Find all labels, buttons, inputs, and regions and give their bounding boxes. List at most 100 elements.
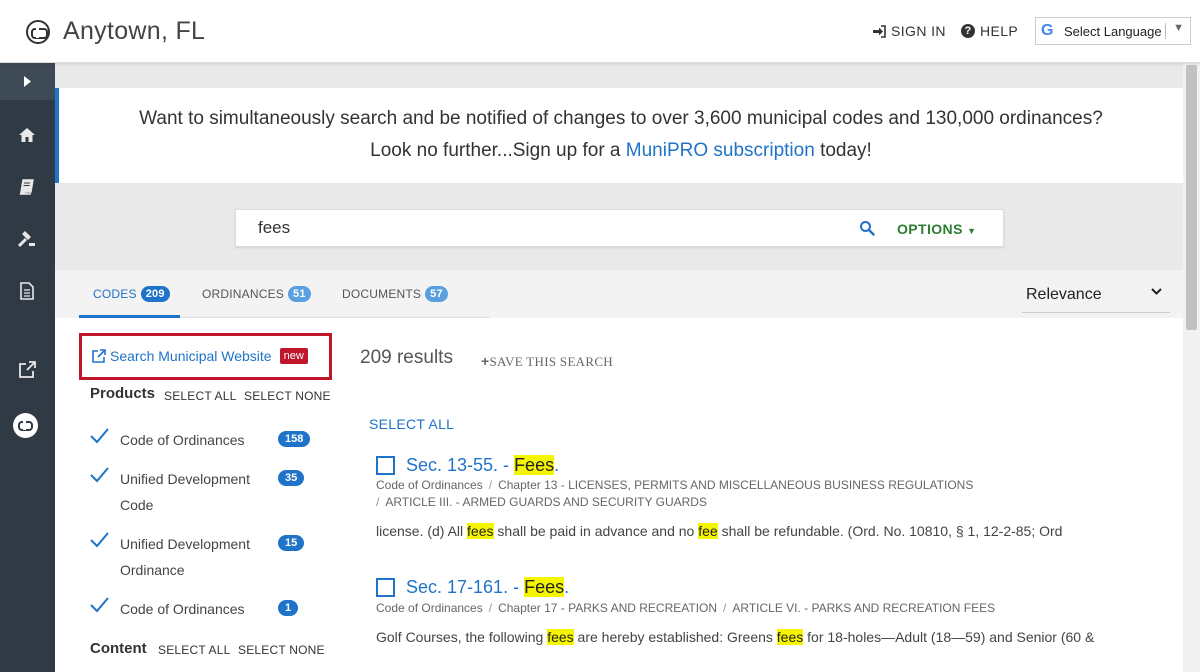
help-button[interactable]: ? HELP (961, 23, 1018, 39)
breadcrumb-item[interactable]: ARTICLE III. - ARMED GUARDS AND SECURITY… (385, 495, 707, 509)
product-filter-count: 1 (278, 600, 299, 616)
snippet-text: shall be paid in advance and no (493, 523, 699, 539)
home-icon[interactable] (13, 122, 41, 148)
snippet-text: license. (d) All (376, 523, 468, 539)
result-title-link[interactable]: Sec. 17-161. - Fees. (406, 577, 569, 598)
page-scrollbar[interactable] (1183, 63, 1200, 672)
result-title-link[interactable]: Sec. 13-55. - Fees. (406, 455, 559, 476)
new-badge: new (279, 348, 308, 364)
content-top-spacer (55, 63, 1183, 88)
sidebar-toggle-button[interactable] (0, 63, 55, 100)
breadcrumb-item[interactable]: Chapter 13 - LICENSES, PERMITS AND MISCE… (498, 478, 973, 492)
breadcrumb-item[interactable]: Chapter 17 - PARKS AND RECREATION (498, 601, 717, 615)
result-title-highlight: Fees (514, 455, 555, 475)
product-filter-label[interactable]: Code of Ordinances (120, 427, 270, 453)
municode-logo-icon[interactable] (13, 413, 38, 438)
document-icon[interactable] (13, 278, 41, 304)
municode-logo-icon[interactable] (26, 20, 50, 44)
sign-in-label: SIGN IN (891, 23, 946, 39)
save-search-label: SAVE THIS SEARCH (489, 354, 613, 369)
scrollbar-thumb[interactable] (1186, 65, 1197, 330)
product-filter-count: 158 (278, 431, 311, 447)
search-input[interactable] (258, 218, 838, 238)
promo-banner: Want to simultaneously search and be not… (55, 88, 1183, 183)
banner-text-line2: Look no further...Sign up for a MuniPRO … (59, 140, 1183, 162)
sign-in-icon (873, 24, 886, 38)
snippet-text: shall be refundable. (Ord. No. 10810, § … (717, 523, 1063, 539)
search-options-label: OPTIONS (897, 221, 963, 237)
book-icon[interactable] (13, 174, 41, 200)
result-title-highlight: Fees (524, 577, 565, 597)
left-sidebar (0, 63, 55, 672)
result-title-text: Sec. 13-55. - (406, 455, 515, 475)
breadcrumb-separator: / (488, 601, 493, 615)
banner-text-prefix: Look no further...Sign up for a (370, 140, 626, 161)
result-checkbox[interactable] (376, 578, 395, 597)
breadcrumb-item[interactable]: Code of Ordinances (376, 601, 483, 615)
caret-right-icon (24, 76, 31, 87)
search-options-button[interactable]: OPTIONS ▼ (897, 221, 976, 237)
breadcrumb-separator: / (376, 495, 380, 509)
products-heading: Products (90, 385, 156, 402)
product-filter-count: 15 (278, 535, 305, 551)
munipro-subscription-link[interactable]: MuniPRO subscription (626, 140, 815, 161)
search-municipal-website-link[interactable]: Search Municipal Website new (92, 348, 308, 364)
banner-text-suffix: today! (814, 140, 872, 161)
tab-ordinances-label: ORDINANCES (202, 287, 285, 301)
caret-down-icon: ▼ (967, 226, 977, 236)
search-box: OPTIONS ▼ (235, 209, 1004, 247)
tab-ordinances-count: 51 (288, 286, 311, 302)
active-tab-indicator (79, 315, 180, 318)
products-select-all[interactable]: SELECT ALL (164, 389, 237, 403)
language-select[interactable]: G Select Language ▼ (1035, 17, 1191, 45)
snippet-highlight: fees (467, 523, 494, 539)
result-title-suffix: . (554, 455, 560, 475)
breadcrumb-item[interactable]: ARTICLE VI. - PARKS AND RECREATION FEES (732, 601, 995, 615)
tab-ordinances[interactable]: ORDINANCES 51 (202, 286, 311, 302)
breadcrumb-item[interactable]: Code of Ordinances (376, 478, 483, 492)
content-select-all[interactable]: SELECT ALL (158, 643, 231, 657)
snippet-highlight: fee (698, 523, 718, 539)
product-filter-label[interactable]: Code of Ordinances (120, 596, 270, 622)
snippet-text: for 18-holes—Adult (18—59) and Senior (6… (803, 629, 1095, 645)
tab-documents[interactable]: DOCUMENTS 57 (342, 286, 448, 302)
snippet-highlight: fees (547, 629, 574, 645)
product-filter-label[interactable]: Unified Development Code (120, 466, 270, 518)
external-link-icon (92, 349, 106, 363)
result-title-text: Sec. 17-161. - (406, 577, 525, 597)
checkmark-icon[interactable] (89, 427, 109, 445)
result-snippet: Golf Courses, the following fees are her… (376, 629, 1094, 645)
result-checkbox[interactable] (376, 456, 395, 475)
result-breadcrumb-continued: / ARTICLE III. - ARMED GUARDS AND SECURIT… (376, 495, 707, 509)
sort-select-value: Relevance (1026, 285, 1102, 303)
products-select-none[interactable]: SELECT NONE (244, 389, 331, 403)
result-breadcrumb: Code of Ordinances / Chapter 17 - PARKS AN… (376, 601, 995, 615)
google-g-icon: G (1041, 22, 1054, 39)
snippet-text: Golf Courses, the following (376, 629, 548, 645)
chevron-down-icon (1151, 288, 1162, 295)
breadcrumb-separator: / (723, 601, 727, 615)
search-municipal-website-box: Search Municipal Website new (79, 333, 332, 380)
breadcrumb-separator: / (488, 478, 493, 492)
result-title-suffix: . (564, 577, 570, 597)
gavel-icon[interactable] (13, 226, 41, 252)
tab-codes-count: 209 (140, 286, 170, 302)
save-search-button[interactable]: +SAVE THIS SEARCH (481, 353, 613, 370)
results-select-all[interactable]: SELECT ALL (369, 416, 454, 432)
sign-in-button[interactable]: SIGN IN (872, 23, 946, 39)
checkmark-icon[interactable] (89, 466, 109, 484)
checkmark-icon[interactable] (89, 531, 109, 549)
content-select-none[interactable]: SELECT NONE (238, 643, 325, 657)
app-header: Anytown, FL SIGN IN ? HELP G Select Lang… (0, 0, 1200, 63)
results-count: 209 results (360, 347, 453, 368)
checkmark-icon[interactable] (89, 596, 109, 614)
question-circle-icon: ? (961, 24, 975, 38)
language-divider (1165, 23, 1166, 39)
product-filter-label[interactable]: Unified Development Ordinance (120, 531, 270, 583)
sort-select[interactable]: Relevance (1022, 277, 1170, 313)
tab-codes[interactable]: CODES 209 (93, 286, 170, 302)
result-snippet: license. (d) All fees shall be paid in a… (376, 523, 1062, 539)
search-icon[interactable] (859, 220, 875, 236)
external-link-icon[interactable] (13, 357, 41, 383)
snippet-text: are hereby established: Greens (573, 629, 777, 645)
